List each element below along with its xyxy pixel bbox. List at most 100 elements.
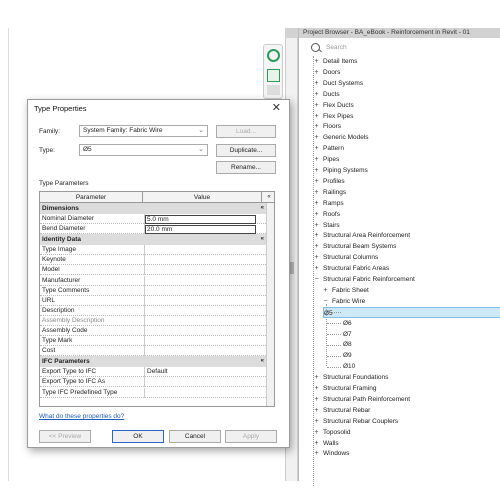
search-input[interactable]: Search <box>326 44 347 51</box>
expand-icon[interactable]: + <box>312 121 321 132</box>
expand-icon[interactable]: + <box>312 448 321 459</box>
expand-icon[interactable]: + <box>312 154 321 165</box>
tree-item-category[interactable]: + Stairs <box>312 220 339 231</box>
tree-item-category[interactable]: + Flex Pipes <box>312 111 353 122</box>
tree-item-category[interactable]: + Structural Rebar Couplers <box>312 416 398 427</box>
expand-icon[interactable]: + <box>312 416 321 427</box>
tree-item-category[interactable]: + Structural Framing <box>312 383 376 394</box>
parameter-column-header[interactable]: Parameter <box>40 192 143 203</box>
tree-item-category[interactable]: + Structural Area Reinforcement <box>312 230 410 241</box>
close-icon[interactable]: ✕ <box>272 101 281 114</box>
expand-icon[interactable]: + <box>312 209 321 220</box>
tree-item-category[interactable]: + Profiles <box>312 176 344 187</box>
parameter-value-cell[interactable] <box>144 387 262 398</box>
tree-item-type-6[interactable]: Ø10 <box>343 361 355 372</box>
cancel-button[interactable]: Cancel <box>169 430 221 443</box>
tree-item-family[interactable]: − Fabric Wire <box>321 296 365 307</box>
tree-item-type-4[interactable]: Ø8 <box>343 339 352 350</box>
parameter-value-cell[interactable] <box>144 295 262 306</box>
nav-more-icon[interactable] <box>267 85 280 95</box>
expand-icon[interactable]: + <box>312 89 321 100</box>
tree-item-category[interactable]: + Structural Path Reinforcement <box>312 394 410 405</box>
expand-icon[interactable]: + <box>312 263 321 274</box>
expand-icon[interactable]: + <box>312 176 321 187</box>
tree-item-category[interactable]: + Ramps <box>312 198 343 209</box>
tree-item-category[interactable]: + Piping Systems <box>312 165 367 176</box>
parameter-value-cell[interactable] <box>144 285 262 296</box>
tree-item-category[interactable]: + Floors <box>312 121 341 132</box>
help-link[interactable]: What do these properties do? <box>39 413 124 420</box>
expand-icon[interactable]: + <box>312 67 321 78</box>
expand-icon[interactable]: + <box>312 143 321 154</box>
tree-item-type-5[interactable]: Ø9 <box>343 350 352 361</box>
parameter-value-input[interactable]: 5.0 mm <box>145 214 256 224</box>
tree-item-category[interactable]: + Roofs <box>312 209 340 220</box>
search-box[interactable]: Search <box>305 41 495 53</box>
expand-icon[interactable]: + <box>312 427 321 438</box>
tree-item-category[interactable]: + Doors <box>312 67 340 78</box>
expand-icon[interactable]: + <box>312 230 321 241</box>
expand-icon[interactable]: + <box>312 220 321 231</box>
tree-item-category[interactable]: + Structural Columns <box>312 252 378 263</box>
collapse-group-icon[interactable]: « <box>261 234 264 245</box>
tree-item-category[interactable]: + Detail Items <box>312 56 357 67</box>
expand-icon[interactable]: + <box>312 383 321 394</box>
expand-icon[interactable]: + <box>312 372 321 383</box>
parameter-value-cell[interactable] <box>144 265 262 276</box>
group-ifc-parameters[interactable]: IFC Parameters « <box>40 356 266 368</box>
parameter-value-cell[interactable] <box>144 377 262 388</box>
expand-icon[interactable]: + <box>312 252 321 263</box>
expand-icon[interactable]: + <box>312 111 321 122</box>
tree-item-category[interactable]: + Structural Foundations <box>312 372 388 383</box>
expand-icon[interactable]: + <box>312 198 321 209</box>
tree-item-category[interactable]: + Railings <box>312 187 346 198</box>
parameter-value-cell[interactable] <box>144 346 262 357</box>
expand-icon[interactable]: + <box>321 285 330 296</box>
family-select[interactable]: System Family: Fabric Wire ⌄ <box>79 125 208 137</box>
parameter-value-input[interactable]: 20.0 mm <box>145 224 256 234</box>
group-identity-data[interactable]: Identity Data « <box>40 234 266 246</box>
parameter-value-cell[interactable] <box>144 275 262 286</box>
expand-icon[interactable]: + <box>312 405 321 416</box>
parameter-value-cell[interactable] <box>144 315 262 326</box>
type-select[interactable]: Ø5 ⌄ <box>79 144 208 156</box>
tree-item-category[interactable]: + Generic Models <box>312 132 368 143</box>
load-button[interactable]: Load... <box>216 125 276 138</box>
tree-item-category[interactable]: + Structural Beam Systems <box>312 241 396 252</box>
steering-wheel-icon[interactable] <box>267 49 280 62</box>
parameter-value-cell[interactable] <box>144 336 262 347</box>
ok-button[interactable]: OK <box>112 430 164 443</box>
value-column-header[interactable]: Value <box>143 192 262 203</box>
tree-item-category[interactable]: + Duct Systems <box>312 78 363 89</box>
tree-item-category[interactable]: + Structural Fabric Areas <box>312 263 389 274</box>
tree-item-type-1[interactable]: Ø5 <box>323 306 500 318</box>
tree-item-family[interactable]: + Fabric Sheet <box>321 285 368 296</box>
tree-item-type-2[interactable]: Ø6 <box>343 318 352 329</box>
expand-icon[interactable]: + <box>312 100 321 111</box>
tree-item-category[interactable]: + Windows <box>312 448 349 459</box>
parameter-value-cell[interactable] <box>144 326 262 336</box>
expand-icon[interactable]: + <box>312 132 321 143</box>
tree-item-category[interactable]: + Pipes <box>312 154 339 165</box>
parameter-value-cell[interactable] <box>144 245 262 256</box>
tree-item-category[interactable]: + Structural Rebar <box>312 405 370 416</box>
parameter-value-cell[interactable]: Default <box>144 367 262 378</box>
tree-item-type-3[interactable]: Ø7 <box>343 329 352 340</box>
tree-item-category[interactable]: − Structural Fabric Reinforcement <box>312 274 414 285</box>
expand-icon[interactable]: + <box>312 78 321 89</box>
parameter-value-cell[interactable] <box>144 305 262 316</box>
parameter-value-cell[interactable] <box>144 255 262 266</box>
expand-icon[interactable]: + <box>312 438 321 449</box>
collapse-group-icon[interactable]: « <box>261 203 264 214</box>
grid-scrollbar[interactable] <box>266 203 274 406</box>
tree-item-category[interactable]: + Ducts <box>312 89 339 100</box>
expand-icon[interactable]: + <box>312 165 321 176</box>
tree-item-category[interactable]: + Toposolid <box>312 427 350 438</box>
group-dimensions[interactable]: Dimensions « <box>40 203 266 214</box>
collapse-group-icon[interactable]: « <box>261 356 264 367</box>
collapse-all-icon[interactable]: « <box>262 192 274 203</box>
tree-item-category[interactable]: + Flex Ducts <box>312 100 353 111</box>
zoom-icon[interactable] <box>267 69 280 82</box>
tree-item-category[interactable]: + Pattern <box>312 143 344 154</box>
duplicate-button[interactable]: Duplicate... <box>216 144 276 157</box>
